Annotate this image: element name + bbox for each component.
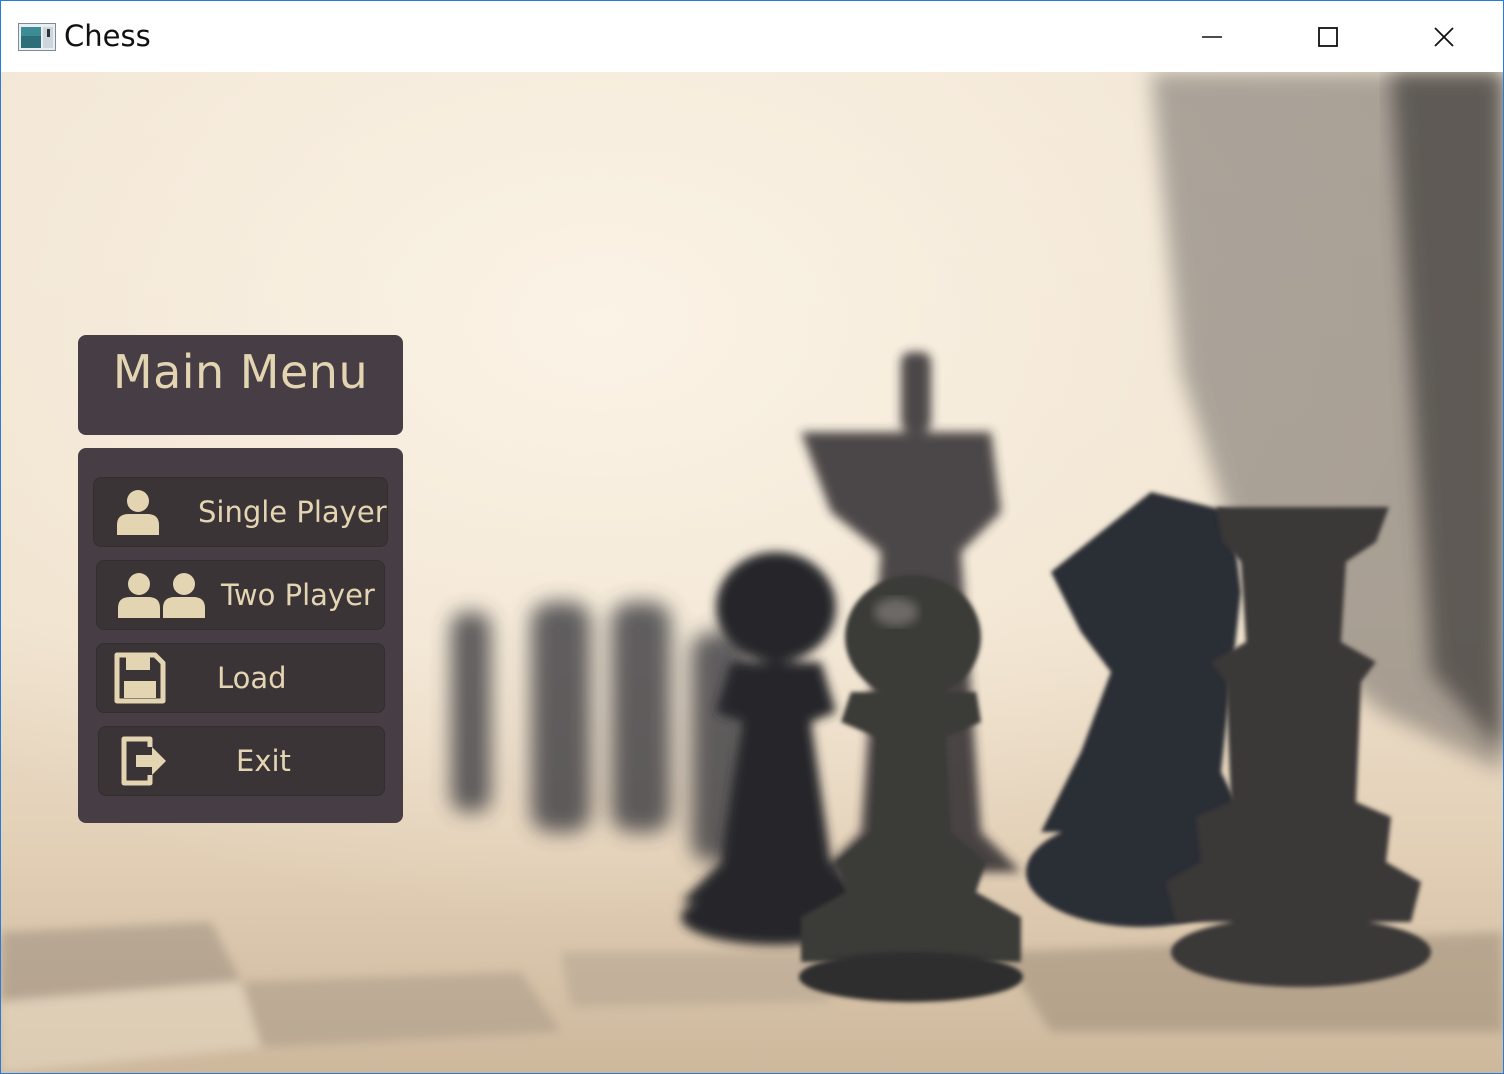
close-button[interactable]: [1386, 1, 1502, 72]
exit-door-icon: [120, 726, 168, 796]
close-icon: [1434, 26, 1454, 47]
title-bar[interactable]: Chess: [1, 1, 1503, 72]
maximize-button[interactable]: [1270, 1, 1386, 72]
main-menu-title: Main Menu: [112, 345, 369, 399]
two-player-label: Two Player: [221, 578, 375, 612]
load-button[interactable]: Load: [96, 643, 385, 713]
main-menu-panel: Single Player Two Player Load Exit: [78, 448, 403, 823]
main-menu-header: Main Menu: [78, 335, 403, 435]
window-title: Chess: [64, 19, 151, 53]
two-player-button[interactable]: Two Player: [96, 560, 385, 630]
single-player-label: Single Player: [198, 495, 387, 529]
two-users-icon: [116, 560, 208, 630]
minimize-icon: [1202, 35, 1222, 38]
maximize-icon: [1318, 26, 1338, 47]
menu-screen: Main Menu Single Player Two Player Load …: [1, 72, 1503, 1073]
app-window: Chess Main Menu Single Player Two Player…: [0, 0, 1504, 1074]
app-icon: [18, 23, 56, 51]
exit-label: Exit: [236, 744, 291, 778]
single-user-icon: [115, 477, 161, 547]
load-label: Load: [217, 661, 287, 695]
exit-button[interactable]: Exit: [98, 726, 385, 796]
minimize-button[interactable]: [1154, 1, 1270, 72]
floppy-disk-icon: [114, 643, 166, 713]
single-player-button[interactable]: Single Player: [93, 477, 388, 547]
